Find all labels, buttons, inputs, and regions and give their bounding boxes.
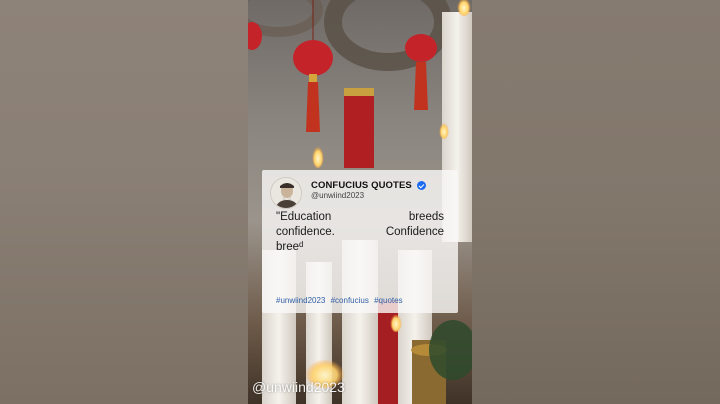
quote-card: CONFUCIUS QUOTES @unwiind2023 "Education… bbox=[262, 170, 458, 313]
quote-line: bree d bbox=[276, 240, 444, 255]
left-blurred-background bbox=[0, 0, 248, 404]
quote-line: "Education breeds bbox=[276, 210, 444, 225]
quote-word: bree bbox=[276, 241, 300, 253]
quote-word: breeds bbox=[408, 211, 444, 223]
hashtag-list: #unwiind2023 #confucius #quotes bbox=[276, 296, 406, 305]
verified-badge-icon bbox=[416, 181, 426, 190]
quote-word: Confidence bbox=[385, 226, 444, 238]
right-blurred-background bbox=[472, 0, 720, 404]
account-name[interactable]: CONFUCIUS QUOTES bbox=[311, 180, 412, 191]
hashtag-link[interactable]: #quotes bbox=[374, 296, 402, 305]
quote-word-tail: d bbox=[299, 240, 304, 249]
account-handle[interactable]: @unwiind2023 bbox=[311, 191, 364, 200]
channel-watermark: @unwiind2023 bbox=[252, 379, 345, 395]
quote-text: "Education breeds confidence. Confidence… bbox=[276, 210, 444, 255]
hashtag-link[interactable]: #unwiind2023 bbox=[276, 296, 325, 305]
confucius-portrait-icon bbox=[271, 178, 301, 208]
confucius-avatar[interactable] bbox=[270, 177, 302, 209]
quote-word: "Education bbox=[276, 211, 332, 223]
hashtag-link[interactable]: #confucius bbox=[331, 296, 369, 305]
quote-word: confidence. bbox=[276, 226, 335, 238]
